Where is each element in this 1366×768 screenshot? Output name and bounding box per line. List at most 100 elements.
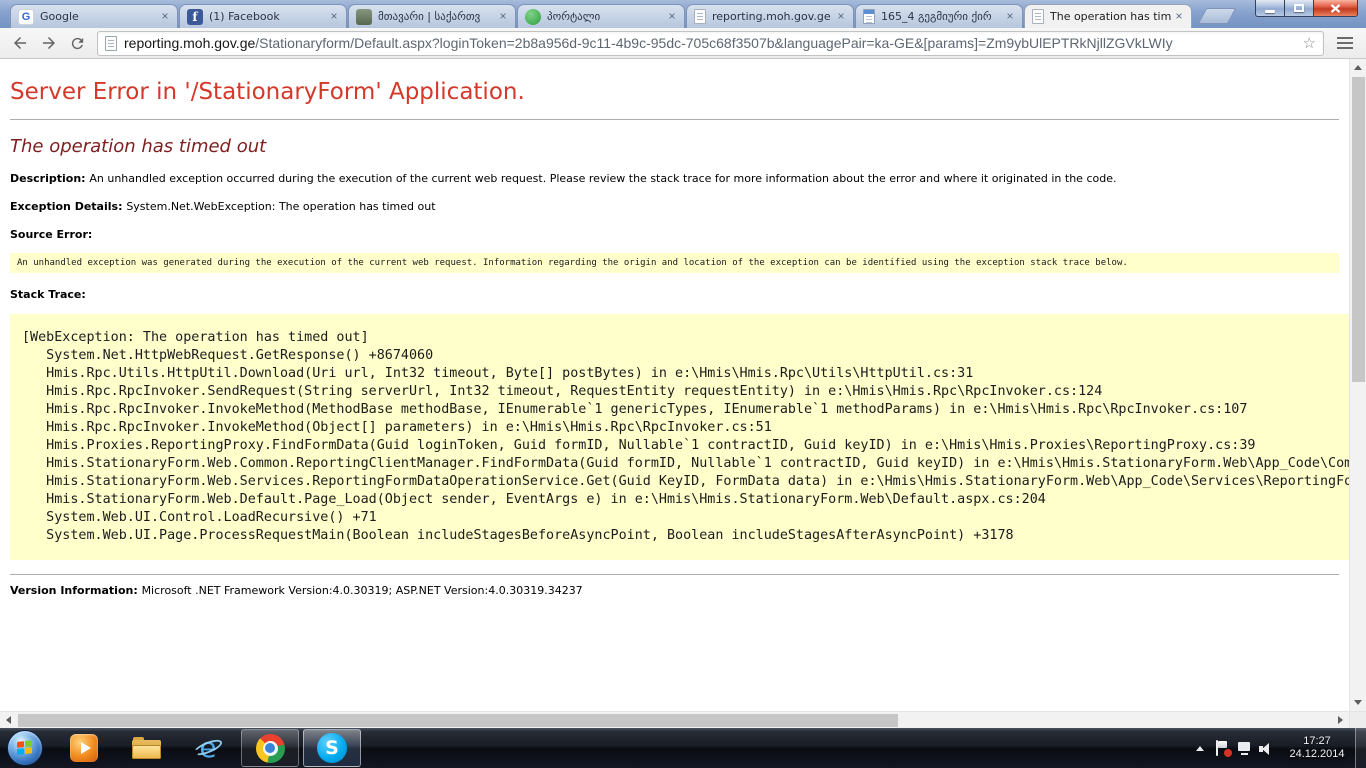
show-hidden-icons-button[interactable] xyxy=(1189,728,1211,768)
skype-icon: S xyxy=(317,733,347,763)
restore-button[interactable] xyxy=(1284,0,1313,17)
source-error-label-text: Source Error: xyxy=(10,228,92,241)
windows-taskbar: e S 17:27 24.12.2014 xyxy=(0,728,1366,768)
hamburger-icon xyxy=(1337,37,1353,49)
right-arrow-icon xyxy=(1338,716,1343,724)
page-favicon xyxy=(694,9,706,24)
tab-title: 165_4 გეგმიური ქირ xyxy=(881,10,1003,23)
stack-line: Hmis.Proxies.ReportingProxy.FindFormData… xyxy=(22,437,1349,455)
up-arrow-icon xyxy=(1354,65,1362,70)
minimize-button[interactable] xyxy=(1255,0,1284,17)
stack-trace-label: Stack Trace: xyxy=(10,288,1339,301)
close-icon xyxy=(1330,4,1341,13)
taskbar-ie-button[interactable]: e xyxy=(179,729,237,767)
taskbar-chrome-button[interactable] xyxy=(241,729,299,767)
tab-error-active[interactable]: The operation has tim × xyxy=(1024,4,1192,28)
scroll-right-arrow[interactable] xyxy=(1332,712,1349,728)
stack-line: System.Net.HttpWebRequest.GetResponse() … xyxy=(22,347,1349,365)
horizontal-scrollbar[interactable] xyxy=(0,711,1349,728)
facebook-favicon: f xyxy=(187,9,203,25)
media-player-icon xyxy=(70,734,98,762)
scroll-up-arrow[interactable] xyxy=(1350,59,1366,76)
stack-line: Hmis.Rpc.RpcInvoker.InvokeMethod(Object[… xyxy=(22,419,1349,437)
tabs-container: G Google × f (1) Facebook × მთავარი | სა… xyxy=(10,4,1193,28)
play-icon xyxy=(81,742,91,754)
tab-close-icon[interactable]: × xyxy=(665,10,679,24)
internet-explorer-icon: e xyxy=(193,733,223,763)
scroll-left-arrow[interactable] xyxy=(0,712,17,728)
tab-close-icon[interactable]: × xyxy=(158,10,172,24)
horizontal-scroll-thumb[interactable] xyxy=(18,714,898,727)
close-button[interactable] xyxy=(1313,0,1358,17)
action-center-flag-icon xyxy=(1215,740,1229,756)
reload-button[interactable] xyxy=(64,30,91,57)
window-controls xyxy=(1255,0,1358,17)
description-paragraph: Description: An unhandled exception occu… xyxy=(10,172,1339,185)
scroll-down-arrow[interactable] xyxy=(1350,694,1366,711)
stack-trace-box: [WebException: The operation has timed o… xyxy=(10,314,1349,560)
address-bar[interactable]: reporting.moh.gov.ge/Stationaryform/Defa… xyxy=(97,31,1324,56)
back-button[interactable] xyxy=(6,30,33,57)
tab-portali[interactable]: პორტალი × xyxy=(517,4,685,28)
source-error-text: An unhandled exception was generated dur… xyxy=(17,258,1128,268)
stack-line: [WebException: The operation has timed o… xyxy=(22,329,1349,347)
tab-strip: G Google × f (1) Facebook × მთავარი | სა… xyxy=(0,0,1366,28)
taskbar-skype-button[interactable]: S xyxy=(303,729,361,767)
stack-line: Hmis.Rpc.Utils.HttpUtil.Download(Uri url… xyxy=(22,365,1349,383)
version-text: Microsoft .NET Framework Version:4.0.303… xyxy=(142,584,583,597)
url-domain: reporting.moh.gov.ge xyxy=(124,35,255,51)
description-text: An unhandled exception occurred during t… xyxy=(89,172,1116,185)
vertical-scroll-thumb[interactable] xyxy=(1352,77,1365,382)
tab-close-icon[interactable]: × xyxy=(1003,10,1017,24)
clock-date: 24.12.2014 xyxy=(1285,748,1349,761)
left-arrow-icon xyxy=(6,716,11,724)
stack-line: Hmis.Rpc.RpcInvoker.InvokeMethod(MethodB… xyxy=(22,401,1349,419)
tab-facebook[interactable]: f (1) Facebook × xyxy=(179,4,347,28)
stack-line: System.Web.UI.Control.LoadRecursive() +7… xyxy=(22,509,1349,527)
system-tray: 17:27 24.12.2014 xyxy=(1189,728,1366,768)
tab-close-icon[interactable]: × xyxy=(496,10,510,24)
stack-line: System.Web.UI.Page.ProcessRequestMain(Bo… xyxy=(22,527,1349,545)
restore-icon xyxy=(1294,4,1304,12)
show-desktop-button[interactable] xyxy=(1355,728,1366,768)
url-path: /Stationaryform/Default.aspx?loginToken=… xyxy=(255,35,1172,51)
tab-google[interactable]: G Google × xyxy=(10,4,178,28)
browser-toolbar: reporting.moh.gov.ge/Stationaryform/Defa… xyxy=(0,28,1366,59)
tab-close-icon[interactable]: × xyxy=(327,10,341,24)
volume-button[interactable] xyxy=(1255,728,1277,768)
divider xyxy=(10,119,1339,120)
tab-close-icon[interactable]: × xyxy=(834,10,848,24)
tab-reporting[interactable]: reporting.moh.gov.ge × xyxy=(686,4,854,28)
minimize-icon xyxy=(1265,10,1275,13)
network-button[interactable] xyxy=(1233,728,1255,768)
version-label: Version Information: xyxy=(10,584,142,597)
site-favicon xyxy=(356,9,372,25)
start-button[interactable] xyxy=(7,730,43,766)
vertical-scrollbar[interactable] xyxy=(1349,59,1366,711)
error-page: Server Error in '/StationaryForm' Applic… xyxy=(0,79,1349,597)
tab-title: მთავარი | საქართვ xyxy=(378,10,496,23)
taskbar-clock[interactable]: 17:27 24.12.2014 xyxy=(1285,735,1349,761)
taskbar-media-player-button[interactable] xyxy=(55,729,113,767)
portal-favicon xyxy=(525,9,541,25)
taskbar-explorer-button[interactable] xyxy=(117,729,175,767)
volume-icon xyxy=(1259,741,1274,756)
menu-button[interactable] xyxy=(1330,30,1360,57)
exception-label: Exception Details: xyxy=(10,200,126,213)
page-favicon xyxy=(1032,9,1044,24)
forward-icon xyxy=(40,34,58,52)
divider xyxy=(10,574,1339,575)
bookmark-star-icon[interactable]: ☆ xyxy=(1303,36,1316,51)
chrome-icon xyxy=(256,734,285,763)
windows-logo-icon xyxy=(17,740,33,756)
stack-line: Hmis.StationaryForm.Web.Services.Reporti… xyxy=(22,473,1349,491)
forward-button[interactable] xyxy=(35,30,62,57)
new-tab-button[interactable] xyxy=(1198,8,1237,24)
stack-trace-label-text: Stack Trace: xyxy=(10,288,86,301)
tab-close-icon[interactable]: × xyxy=(1172,10,1186,24)
page-icon xyxy=(105,36,117,51)
tab-mtavari[interactable]: მთავარი | საქართვ × xyxy=(348,4,516,28)
reload-icon xyxy=(69,35,86,52)
tab-165-4[interactable]: 165_4 გეგმიური ქირ × xyxy=(855,4,1023,28)
action-center-button[interactable] xyxy=(1211,728,1233,768)
